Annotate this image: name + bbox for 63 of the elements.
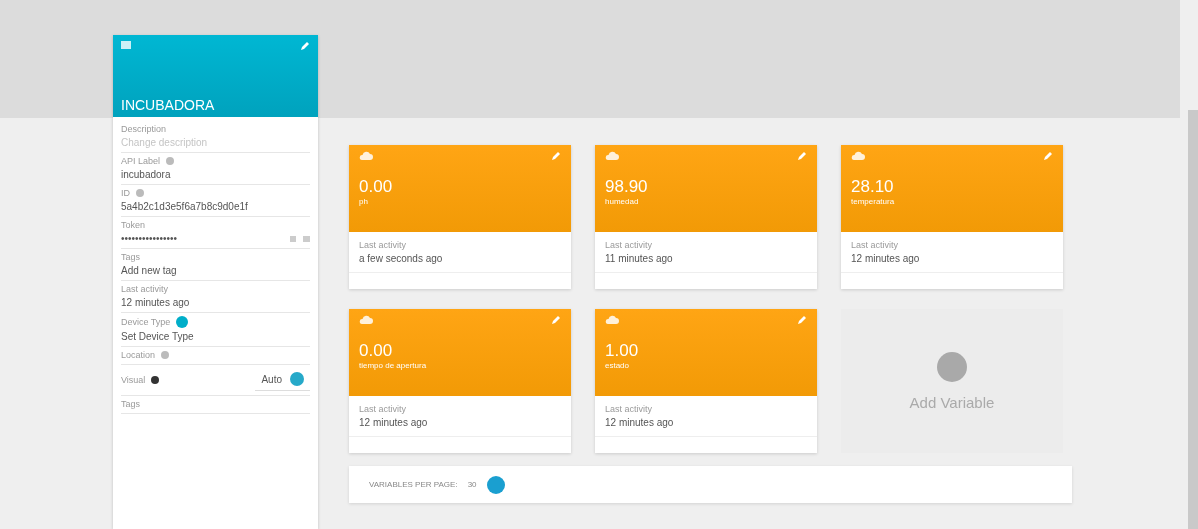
variable-card[interactable]: 0.00 ph Last activity a few seconds ago [349,145,571,289]
cloud-icon [605,151,619,161]
variable-name: estado [605,361,631,370]
visual-select[interactable]: Auto [255,368,310,391]
help-icon[interactable] [161,351,170,359]
variable-card[interactable]: 28.10 temperatura Last activity 12 minutes ago [841,145,1063,289]
variable-card[interactable]: 98.90 humedad Last activity 11 minutes ago [595,145,817,289]
help-icon[interactable] [166,157,175,165]
field-label: Visual [121,374,146,385]
field-value[interactable]: Add new tag [121,265,310,276]
variable-name: tiempo de apertura [359,361,428,370]
variable-name: ph [359,197,369,206]
variable-name: temperatura [851,197,896,206]
activity-label: Last activity [359,404,408,414]
field-label: Tags [121,252,140,262]
field-value[interactable]: incubadora [121,169,310,180]
variable-card[interactable]: 1.00 estado Last activity 12 minutes ago [595,309,817,453]
activity-time: 12 minutes ago [851,253,921,264]
field-label: Last activity [121,284,169,294]
variable-name: humedad [605,197,640,206]
token-value[interactable]: •••••••••••••••• [121,233,177,244]
field-label: Tags [121,399,140,409]
help-icon[interactable] [176,316,189,328]
activity-label: Last activity [605,404,654,414]
activity-time: 12 minutes ago [359,417,429,428]
activity-time: a few seconds ago [359,253,444,264]
info-icon[interactable] [151,375,160,384]
pencil-icon[interactable] [300,41,310,51]
activity-label: Last activity [359,240,408,250]
add-variable-label: Add Variable [909,393,995,411]
field-label: Description [121,124,167,134]
variable-value: 28.10 [851,177,895,197]
cloud-icon [851,151,865,161]
per-page-label: VARIABLES PER PAGE: [369,480,458,489]
activity-time: 11 minutes ago [605,253,674,264]
pencil-icon[interactable] [797,151,807,161]
cloud-icon [359,151,373,161]
field-label: Device Type [121,317,171,327]
field-value[interactable]: 12 minutes ago [121,297,310,308]
per-page-value[interactable]: 30 [467,480,477,489]
activity-label: Last activity [851,240,900,250]
cloud-icon [359,315,373,325]
help-icon[interactable] [136,189,144,197]
variable-value: 98.90 [605,177,649,197]
pencil-icon[interactable] [551,151,561,161]
activity-time: 12 minutes ago [605,417,675,428]
variable-value: 0.00 [359,341,394,361]
field-label: Token [121,220,146,230]
variable-value: 1.00 [605,341,640,361]
activity-label: Last activity [605,240,654,250]
cloud-icon [605,315,619,325]
field-label: API Label [121,156,161,166]
variable-card[interactable]: 0.00 tiempo de apertura Last activity 12 minutes ago [349,309,571,453]
field-value[interactable]: 5a4b2c1d3e5f6a7b8c9d0e1f [121,201,310,212]
field-label: ID [121,188,130,198]
copy-icon[interactable] [290,235,310,242]
pencil-icon[interactable] [551,315,561,325]
pencil-icon[interactable] [797,315,807,325]
variable-value: 0.00 [359,177,394,197]
field-value[interactable]: Set Device Type [121,331,310,342]
pencil-icon[interactable] [1043,151,1053,161]
field-label: Location [121,350,156,360]
device-name: INCUBADORA [121,97,216,113]
